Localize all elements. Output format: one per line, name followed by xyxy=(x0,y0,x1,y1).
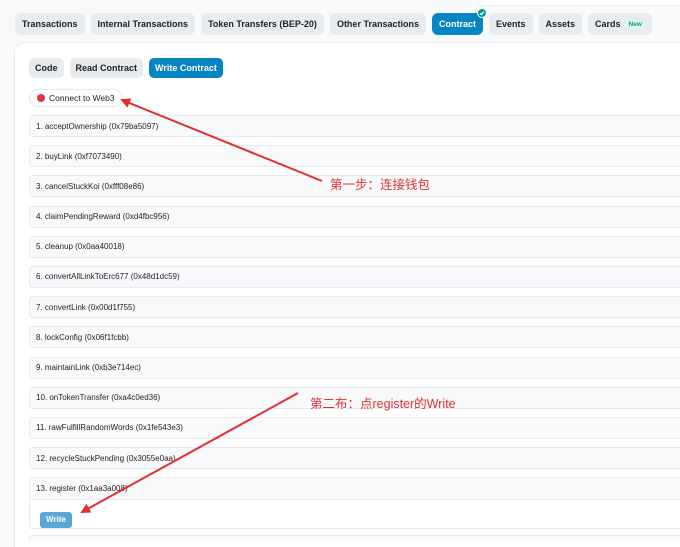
new-badge: New xyxy=(625,19,645,29)
subtab-code[interactable]: Code xyxy=(29,58,64,78)
function-row-next[interactable] xyxy=(29,535,680,542)
function-row-rawFulfillRandomWords[interactable]: 11. rawFulfillRandomWords (0x1fe543e3) xyxy=(29,416,680,439)
function-label: 2. buyLink (0xf7073490) xyxy=(36,151,122,161)
subtab-write-contract[interactable]: Write Contract xyxy=(149,58,223,78)
function-row-acceptOwnership[interactable]: 1. acceptOwnership (0x79ba5097) xyxy=(29,115,680,137)
subtab-label: Write Contract xyxy=(155,63,217,73)
subtab-label: Code xyxy=(35,63,58,73)
tab-other-transactions[interactable]: Other Transactions xyxy=(329,13,426,35)
tab-transactions[interactable]: Transactions xyxy=(15,13,85,35)
verified-check-icon xyxy=(476,8,487,18)
address-tabs: Transactions Internal Transactions Token… xyxy=(15,8,652,35)
function-label: 9. maintainLink (0xb3e714ec) xyxy=(36,363,141,372)
write-button[interactable]: Write xyxy=(40,511,72,528)
subtab-read-contract[interactable]: Read Contract xyxy=(69,58,144,78)
connect-label: Connect to Web3 xyxy=(49,93,115,103)
tab-assets[interactable]: Assets xyxy=(538,13,583,35)
tab-label: Events xyxy=(495,19,526,29)
subtab-label: Read Contract xyxy=(75,63,138,73)
function-label: 5. cleanup (0x0aa40018) xyxy=(36,242,125,252)
function-row-convertLink[interactable]: 7. convertLink (0x00d1f755) xyxy=(29,296,680,319)
tab-label: Other Transactions xyxy=(336,19,419,29)
status-dot-icon xyxy=(37,94,45,102)
tab-events[interactable]: Events xyxy=(488,13,533,35)
function-row-register[interactable]: 13. register (0x1aa3a008) xyxy=(30,478,680,501)
tab-cards[interactable]: Cards New xyxy=(588,13,652,35)
function-row-recycleStuckPending[interactable]: 12. recycleStuckPending (0x3055e0aa) xyxy=(29,447,680,470)
function-row-lockConfig[interactable]: 8. lockConfig (0x06f1fcbb) xyxy=(29,326,680,349)
function-body: Write xyxy=(30,500,680,528)
tab-label: Token Transfers (BEP-20) xyxy=(208,19,317,29)
function-row-maintainLink[interactable]: 9. maintainLink (0xb3e714ec) xyxy=(29,356,680,379)
function-panel-register: 13. register (0x1aa3a008) Write xyxy=(29,477,680,530)
function-label: 8. lockConfig (0x06f1fcbb) xyxy=(36,332,129,342)
annotation-step1: 第一步：连接钱包 xyxy=(330,178,431,192)
tab-label: Assets xyxy=(545,19,576,29)
function-label: 11. rawFulfillRandomWords (0x1fe543e3) xyxy=(36,423,183,433)
function-label: 12. recycleStuckPending (0x3055e0aa) xyxy=(36,453,176,463)
contract-subtabs: Code Read Contract Write Contract xyxy=(29,58,223,78)
function-row-claimPendingReward[interactable]: 4. claimPendingReward (0xd4fbc956) xyxy=(29,205,680,228)
function-label: 13. register (0x1aa3a008) xyxy=(36,484,128,494)
tab-internal-transactions[interactable]: Internal Transactions xyxy=(90,13,196,35)
function-label: 3. cancelStuckKoi (0xfff08e86) xyxy=(36,181,145,191)
function-label: 1. acceptOwnership (0x79ba5097) xyxy=(36,121,159,131)
function-row-convertAllLinkToErc677[interactable]: 6. convertAllLinkToErc677 (0x48d1dc59) xyxy=(29,265,680,288)
tab-label: Cards xyxy=(595,19,621,29)
function-label: 4. claimPendingReward (0xd4fbc956) xyxy=(36,212,170,222)
tab-label: Contract xyxy=(438,19,476,29)
tab-label: Internal Transactions xyxy=(97,19,189,29)
connect-web3-button[interactable]: Connect to Web3 xyxy=(29,89,123,107)
annotation-step2: 第二布：点register的Write xyxy=(310,397,456,411)
tab-label: Transactions xyxy=(22,19,78,29)
function-row-cleanup[interactable]: 5. cleanup (0x0aa40018) xyxy=(29,235,680,258)
function-label: 6. convertAllLinkToErc677 (0x48d1dc59) xyxy=(36,272,180,282)
function-label: 7. convertLink (0x00d1f755) xyxy=(36,302,136,312)
tab-contract[interactable]: Contract xyxy=(431,8,487,35)
top-bar-fragment xyxy=(478,0,680,6)
function-row-buyLink[interactable]: 2. buyLink (0xf7073490) xyxy=(29,145,680,168)
tab-token-transfers[interactable]: Token Transfers (BEP-20) xyxy=(201,13,324,35)
function-label: 10. onTokenTransfer (0xa4c0ed36) xyxy=(36,393,161,403)
